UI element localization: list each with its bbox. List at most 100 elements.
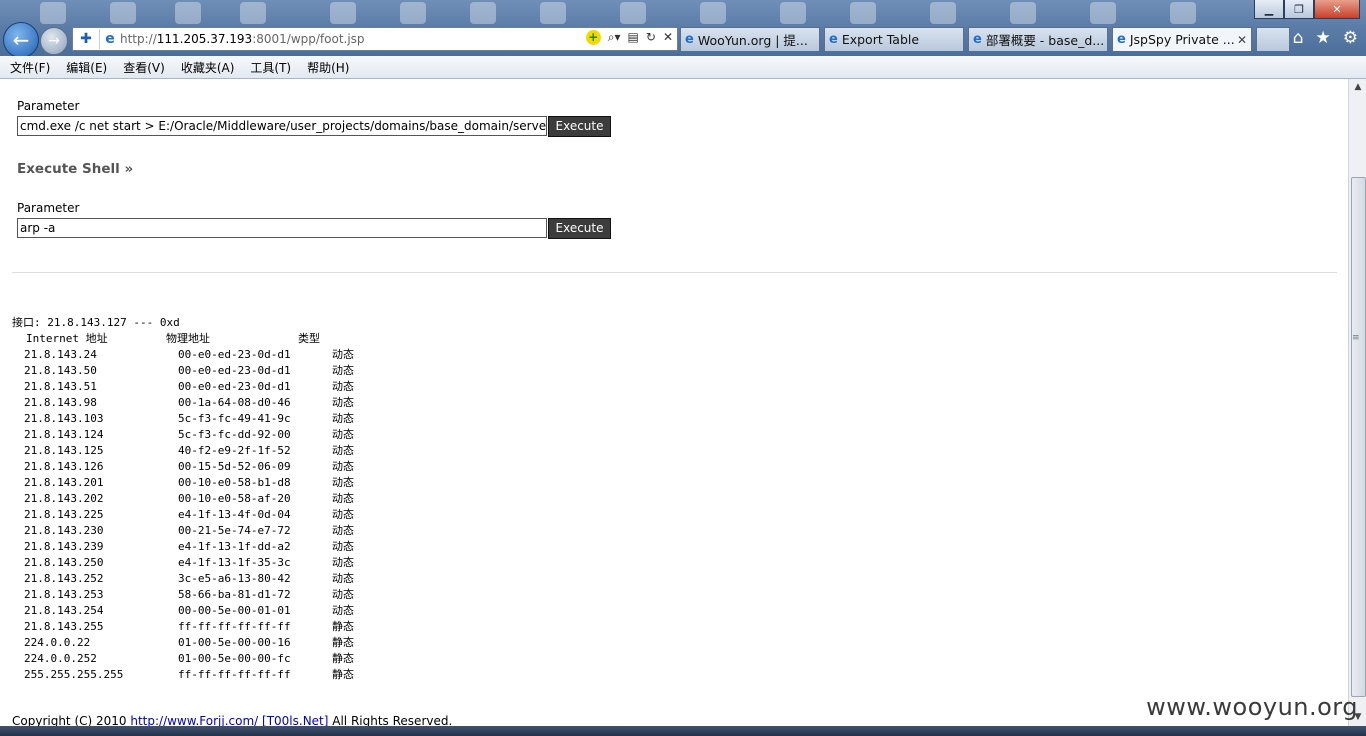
menu-bar: 文件(F) 编辑(E) 查看(V) 收藏夹(A) 工具(T) 帮助(H) bbox=[0, 56, 1366, 79]
taskbar-thumb bbox=[110, 2, 136, 24]
compat-view-icon[interactable]: ▤ bbox=[628, 30, 639, 45]
arrow-right-icon: → bbox=[48, 33, 60, 49]
arp-mac: 01-00-5e-00-00-fc bbox=[178, 652, 291, 665]
arp-type: 动态 bbox=[332, 556, 354, 569]
watermark: www.wooyun.org bbox=[1146, 693, 1358, 721]
plus-icon: ✚ bbox=[80, 31, 92, 47]
minimize-button[interactable]: ▁ bbox=[1254, 0, 1284, 19]
command-input[interactable]: cmd.exe /c net start > E:/Oracle/Middlew… bbox=[17, 116, 547, 136]
close-window-button[interactable]: ✕ bbox=[1314, 0, 1360, 19]
divider bbox=[12, 272, 1337, 273]
arrow-left-icon: ← bbox=[12, 28, 30, 52]
table-row: 21.8.143.24 00-e0-ed-23-0d-d1 动态 bbox=[12, 347, 354, 363]
menu-edit[interactable]: 编辑(E) bbox=[66, 59, 107, 76]
execute-button[interactable]: Execute bbox=[548, 116, 611, 137]
arp-ip: 21.8.143.201 bbox=[24, 476, 104, 489]
tab-strip: e WooYun.org | 提... e Export Table e 部署概要 -… bbox=[680, 27, 1294, 51]
refresh-icon[interactable]: ↻ bbox=[646, 30, 656, 45]
add-favorite-button[interactable]: ✚ bbox=[73, 29, 100, 49]
url-text[interactable]: http://111.205.37.193:8001/wpp/foot.jsp bbox=[120, 32, 365, 46]
arp-ip: 21.8.143.98 bbox=[24, 396, 97, 409]
new-tab-button[interactable] bbox=[1256, 27, 1290, 51]
ie-tab-icon: e bbox=[973, 32, 982, 47]
arp-ip: 224.0.0.22 bbox=[24, 636, 91, 649]
search-icon[interactable]: ⌕▾ bbox=[608, 30, 621, 45]
tab-label: WooYun.org | 提... bbox=[697, 33, 808, 48]
command-output: 接口: 21.8.143.127 --- 0xd Internet 地址 物理地… bbox=[12, 315, 354, 683]
taskbar bbox=[0, 726, 1366, 736]
url-path: :8001/wpp/foot.jsp bbox=[252, 32, 365, 46]
arp-type: 动态 bbox=[332, 540, 354, 553]
table-row: 21.8.143.225 e4-1f-13-4f-0d-04 动态 bbox=[12, 507, 354, 523]
tab-label: Export Table bbox=[841, 32, 920, 47]
arp-mac: 00-15-5d-52-06-09 bbox=[178, 460, 291, 473]
taskbar-thumb bbox=[240, 2, 266, 24]
arp-mac: 00-00-5e-00-01-01 bbox=[178, 604, 291, 617]
arp-type: 动态 bbox=[332, 348, 354, 361]
favorites-star-icon[interactable]: ★ bbox=[1316, 28, 1331, 48]
tab-close-icon[interactable]: ✕ bbox=[1237, 33, 1247, 47]
header-ip: Internet 地址 bbox=[26, 332, 108, 345]
menu-help[interactable]: 帮助(H) bbox=[307, 59, 349, 76]
taskbar-thumb bbox=[1090, 2, 1116, 24]
arp-type: 动态 bbox=[332, 524, 354, 537]
back-button[interactable]: ← bbox=[3, 22, 39, 58]
url-host: 111.205.37.193 bbox=[156, 32, 253, 46]
table-row: 21.8.143.98 00-1a-64-08-d0-46 动态 bbox=[12, 395, 354, 411]
arp-mac: 00-1a-64-08-d0-46 bbox=[178, 396, 291, 409]
arp-type: 动态 bbox=[332, 604, 354, 617]
scroll-thumb[interactable] bbox=[1351, 177, 1366, 697]
table-row: 21.8.143.124 5c-f3-fc-dd-92-00 动态 bbox=[12, 427, 354, 443]
tab-jspspy[interactable]: e JspSpy Private ... ✕ bbox=[1112, 27, 1252, 51]
forward-button[interactable]: → bbox=[40, 27, 68, 55]
arp-ip: 255.255.255.255 bbox=[24, 668, 124, 681]
arp-ip: 21.8.143.124 bbox=[24, 428, 104, 441]
home-icon[interactable]: ⌂ bbox=[1293, 28, 1304, 48]
taskbar-thumb bbox=[330, 2, 356, 24]
tab-wooyun[interactable]: e WooYun.org | 提... bbox=[680, 27, 820, 51]
arp-mac: ff-ff-ff-ff-ff-ff bbox=[178, 620, 291, 633]
arp-ip: 21.8.143.225 bbox=[24, 508, 104, 521]
taskbar-thumb bbox=[700, 2, 726, 24]
url-prefix: http:// bbox=[120, 32, 157, 46]
arp-type: 静态 bbox=[332, 668, 354, 681]
menu-view[interactable]: 查看(V) bbox=[123, 59, 165, 76]
table-row: 224.0.0.22 01-00-5e-00-00-16 静态 bbox=[12, 635, 354, 651]
arp-rows: 21.8.143.24 00-e0-ed-23-0d-d1 动态 21.8.143.5… bbox=[12, 347, 354, 683]
tab-export-table[interactable]: e Export Table bbox=[824, 27, 964, 51]
arp-type: 动态 bbox=[332, 412, 354, 425]
arp-mac: ff-ff-ff-ff-ff-ff bbox=[178, 668, 291, 681]
arp-type: 静态 bbox=[332, 652, 354, 665]
gear-icon[interactable]: ⚙ bbox=[1343, 28, 1358, 48]
menu-file[interactable]: 文件(F) bbox=[10, 59, 50, 76]
stop-icon[interactable]: ✕ bbox=[663, 30, 673, 45]
address-tools: + ⌕▾ ▤ ↻ ✕ bbox=[585, 30, 673, 45]
taskbar-thumb bbox=[1170, 2, 1196, 24]
taskbar-thumb bbox=[850, 2, 876, 24]
tab-deployment[interactable]: e 部署概要 - base_d... bbox=[968, 27, 1108, 51]
arp-mac: 3c-e5-a6-13-80-42 bbox=[178, 572, 291, 585]
arp-type: 动态 bbox=[332, 364, 354, 377]
arp-ip: 21.8.143.51 bbox=[24, 380, 97, 393]
scroll-grip-icon: ≡ bbox=[1352, 333, 1360, 343]
browser-tools: ⌂ ★ ⚙ bbox=[1293, 28, 1358, 48]
shell-input[interactable]: arp -a bbox=[17, 218, 547, 238]
arp-mac: e4-1f-13-4f-0d-04 bbox=[178, 508, 291, 521]
menu-tools[interactable]: 工具(T) bbox=[250, 59, 291, 76]
address-bar[interactable]: ✚ e http://111.205.37.193:8001/wpp/foot.… bbox=[72, 27, 678, 51]
taskbar-thumb bbox=[1010, 2, 1036, 24]
menu-favorites[interactable]: 收藏夹(A) bbox=[181, 59, 235, 76]
scroll-up-icon[interactable]: ▲ bbox=[1349, 79, 1366, 96]
compatibility-icon[interactable]: + bbox=[585, 30, 601, 45]
interface-line: 接口: 21.8.143.127 --- 0xd bbox=[12, 316, 180, 329]
arp-type: 动态 bbox=[332, 460, 354, 473]
table-row: 21.8.143.255 ff-ff-ff-ff-ff-ff 静态 bbox=[12, 619, 354, 635]
table-row: 21.8.143.252 3c-e5-a6-13-80-42 动态 bbox=[12, 571, 354, 587]
arp-type: 动态 bbox=[332, 396, 354, 409]
vertical-scrollbar[interactable]: ▲ ≡ ▼ bbox=[1348, 79, 1366, 726]
execute-shell-button[interactable]: Execute bbox=[548, 218, 611, 239]
maximize-button[interactable]: ❐ bbox=[1284, 0, 1314, 19]
arp-mac: 00-e0-ed-23-0d-d1 bbox=[178, 380, 291, 393]
taskbar-thumb bbox=[470, 2, 496, 24]
table-row: 21.8.143.50 00-e0-ed-23-0d-d1 动态 bbox=[12, 363, 354, 379]
